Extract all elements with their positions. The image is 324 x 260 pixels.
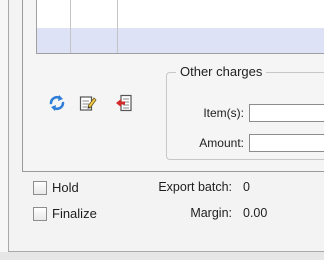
edit-note-icon[interactable]	[79, 94, 97, 112]
hold-label: Hold	[52, 180, 79, 195]
refresh-icon[interactable]	[48, 94, 66, 112]
grid-column-divider	[117, 0, 118, 53]
finalize-checkbox[interactable]	[33, 207, 47, 221]
items-field[interactable]	[249, 104, 324, 122]
margin-label: Margin:	[190, 206, 232, 220]
window-left-edge	[0, 0, 8, 252]
finalize-label: Finalize	[52, 206, 97, 221]
hold-checkbox[interactable]	[33, 181, 47, 195]
import-list-icon[interactable]	[115, 94, 133, 112]
window-bottom-edge	[0, 252, 324, 260]
items-grid[interactable]	[36, 0, 324, 54]
other-charges-title: Other charges	[176, 64, 267, 79]
margin-value: 0.00	[243, 206, 268, 220]
grid-column-divider	[70, 0, 71, 53]
export-batch-value: 0	[243, 180, 250, 194]
amount-field[interactable]	[249, 134, 324, 152]
selected-row[interactable]	[37, 28, 324, 53]
export-batch-label: Export batch:	[158, 180, 232, 194]
amount-label: Amount:	[199, 136, 244, 150]
items-label: Item(s):	[203, 106, 244, 120]
